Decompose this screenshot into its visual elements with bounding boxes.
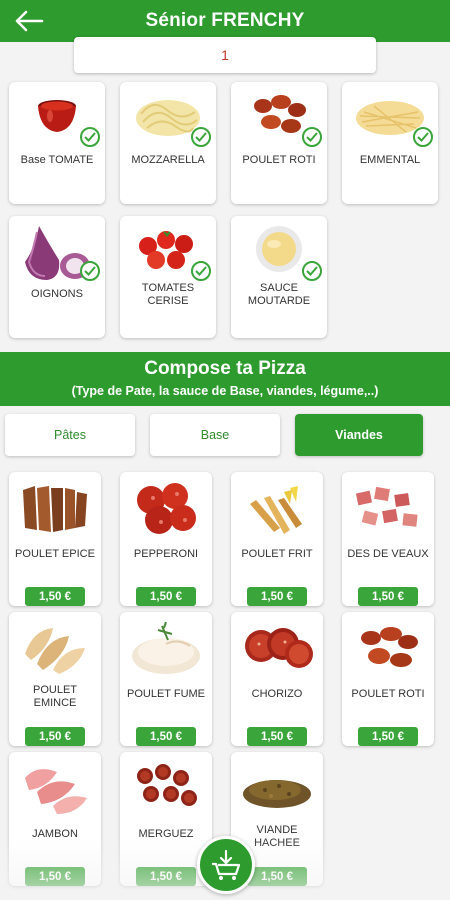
tab-label: Base (200, 428, 230, 442)
cart-download-icon (212, 849, 241, 880)
fried-chicken-icon (250, 486, 302, 534)
ingredient-label: MOZZARELLA (131, 154, 205, 166)
price-badge: 1,50 € (25, 587, 85, 606)
arrow-left-icon (15, 10, 44, 32)
ingredient-card[interactable]: EMMENTAL (342, 82, 438, 204)
spicy-chicken-icon (23, 486, 87, 532)
quantity-field[interactable]: 1 (74, 37, 376, 73)
app-header: Sénior FRENCHY (0, 0, 450, 42)
back-button[interactable] (12, 6, 46, 36)
section-title: Compose ta Pizza (144, 358, 306, 379)
ground-meat-icon (243, 780, 311, 808)
product-label: POULET EPICE (15, 548, 95, 560)
ingredient-card[interactable]: Base TOMATE (9, 82, 105, 204)
price-badge: 1,50 € (136, 587, 196, 606)
price-badge: 1,50 € (136, 867, 196, 886)
cherry-tomato-icon (139, 231, 193, 269)
veal-cubes-icon (355, 486, 418, 527)
product-card[interactable]: POULET EPICE (9, 472, 101, 606)
tab-viandes[interactable]: Viandes (295, 414, 423, 456)
ingredient-label: OIGNONS (31, 288, 83, 300)
price-badge: 1,50 € (247, 587, 307, 606)
price-badge: 1,50 € (25, 727, 85, 746)
tab-label: Pâtes (54, 428, 86, 442)
merguez-icon (137, 764, 197, 806)
sliced-chicken-icon (25, 628, 85, 674)
product-card[interactable]: POULET EMINCE (9, 612, 101, 746)
ingredient-card[interactable]: OIGNONS (9, 216, 105, 338)
product-label: CHORIZO (251, 688, 303, 700)
ingredient-card[interactable]: TOMATES CERISE (120, 216, 216, 338)
chorizo-icon (245, 628, 313, 668)
roast-chicken-icon (254, 95, 306, 133)
check-icon (191, 127, 211, 147)
product-card[interactable]: POULET FRIT (231, 472, 323, 606)
section-subtitle: (Type de Pate, la sauce de Base, viandes… (71, 384, 379, 398)
product-card[interactable]: POULET ROTI (342, 612, 434, 746)
page-title: Sénior FRENCHY (145, 10, 305, 31)
tomato-sauce-icon (38, 100, 76, 132)
ingredient-card[interactable]: POULET ROTI (231, 82, 327, 204)
product-card[interactable]: JAMBON (9, 752, 101, 886)
price-badge: 1,50 € (247, 727, 307, 746)
ingredient-label: EMMENTAL (359, 154, 421, 166)
product-label: DES DE VEAUX (347, 548, 429, 560)
price-badge: 1,50 € (247, 867, 307, 886)
product-label: POULET EMINCE (32, 684, 77, 709)
ham-icon (25, 769, 87, 814)
check-icon (413, 127, 433, 147)
price-badge: 1,50 € (136, 727, 196, 746)
ingredient-label: SAUCE MOUTARDE (247, 282, 311, 307)
product-label: POULET FRIT (241, 548, 313, 560)
smoked-chicken-icon (132, 621, 200, 674)
check-icon (80, 127, 100, 147)
product-label: PEPPERONI (133, 548, 199, 560)
check-icon (302, 261, 322, 281)
pepperoni-icon (137, 483, 196, 534)
price-badge: 1,50 € (358, 587, 418, 606)
tab-label: Viandes (335, 428, 383, 442)
price-badge: 1,50 € (358, 727, 418, 746)
product-label: JAMBON (32, 828, 78, 840)
tab-base[interactable]: Base (150, 414, 280, 456)
mustard-sauce-icon (256, 226, 302, 272)
ingredient-label: TOMATES CERISE (141, 282, 195, 307)
product-card[interactable]: POULET FUME (120, 612, 212, 746)
cart-button[interactable] (197, 836, 255, 894)
product-label: POULET ROTI (351, 688, 425, 700)
ingredient-card[interactable]: SAUCE MOUTARDE (231, 216, 327, 338)
ingredient-label: Base TOMATE (20, 154, 94, 166)
check-icon (80, 261, 100, 281)
product-label: POULET FUME (126, 688, 206, 700)
check-icon (191, 261, 211, 281)
ingredient-card[interactable]: MOZZARELLA (120, 82, 216, 204)
compose-banner: Compose ta Pizza (Type de Pate, la sauce… (0, 352, 450, 406)
tab-pates[interactable]: Pâtes (5, 414, 135, 456)
check-icon (302, 127, 322, 147)
product-card[interactable]: DES DE VEAUX (342, 472, 434, 606)
roast-chicken-icon (361, 627, 418, 667)
product-card[interactable]: CHORIZO (231, 612, 323, 746)
quantity-value: 1 (221, 47, 229, 63)
ingredient-label: POULET ROTI (242, 154, 316, 166)
product-label: MERGUEZ (138, 828, 194, 840)
price-badge: 1,50 € (25, 867, 85, 886)
product-card[interactable]: PEPPERONI (120, 472, 212, 606)
